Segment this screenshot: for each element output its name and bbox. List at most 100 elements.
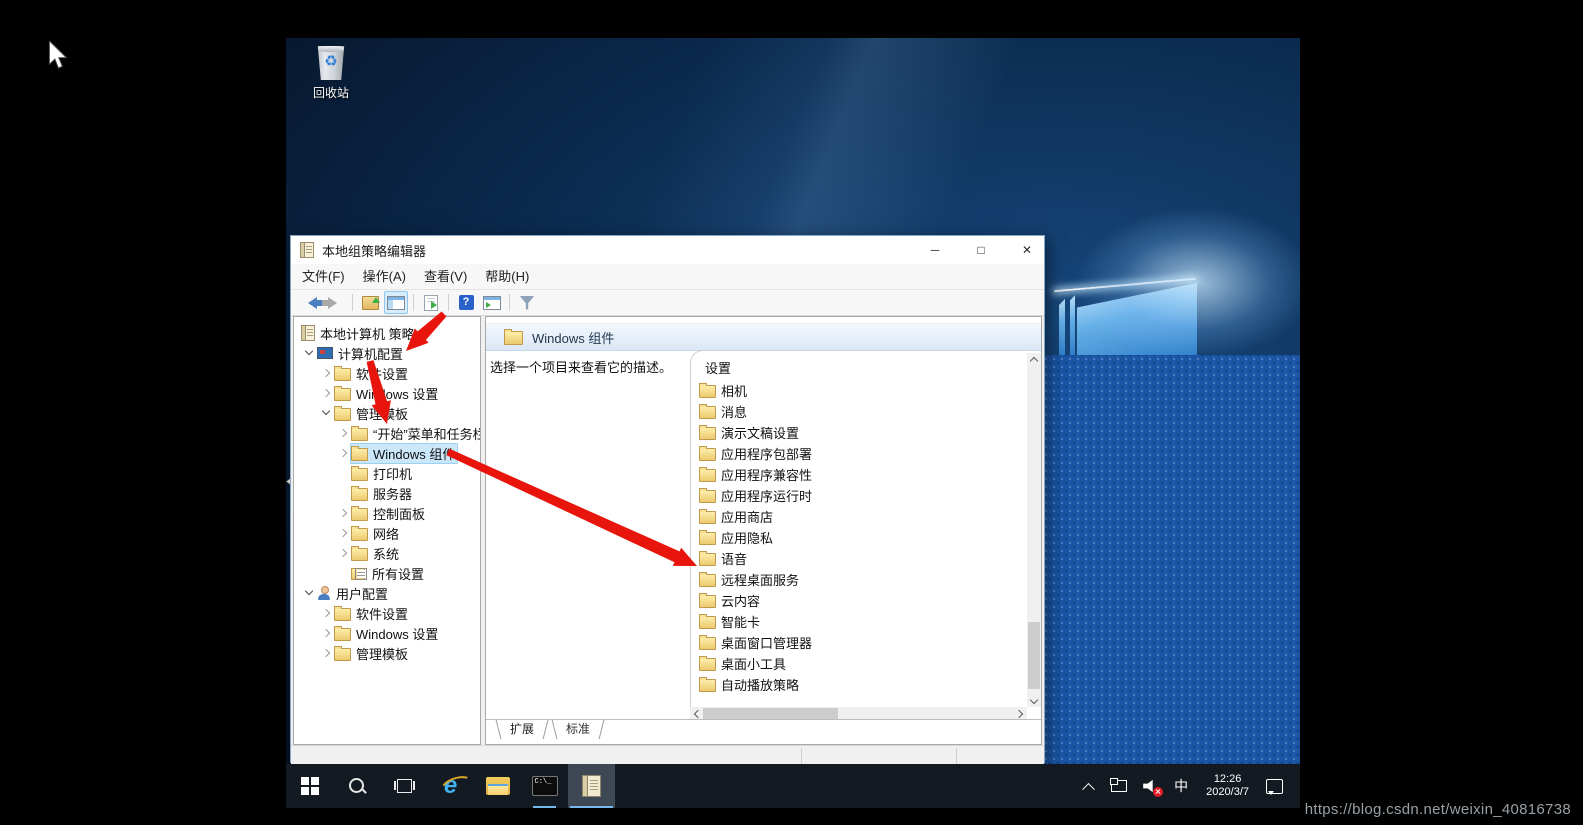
- tree-item[interactable]: 管理模板: [294, 643, 480, 663]
- back-button[interactable]: [297, 291, 323, 314]
- settings-list-item[interactable]: 应用隐私: [699, 527, 1025, 548]
- explorer-taskbar-button[interactable]: [474, 764, 521, 808]
- console-tree-toggle-button[interactable]: [384, 291, 408, 314]
- expander-open-icon[interactable]: [319, 406, 333, 420]
- recycle-bin-shortcut[interactable]: 回收站: [300, 46, 362, 101]
- tree-item[interactable]: “开始”菜单和任务栏: [294, 423, 480, 443]
- expander-closed-icon[interactable]: [336, 546, 350, 560]
- settings-list-item[interactable]: 智能卡: [699, 611, 1025, 632]
- tree-item[interactable]: 软件设置: [294, 603, 480, 623]
- help-button[interactable]: ?: [454, 291, 478, 314]
- toolbar-separator: [413, 294, 414, 311]
- settings-list-item[interactable]: 应用程序运行时: [699, 485, 1025, 506]
- close-button[interactable]: ✕: [1010, 236, 1044, 264]
- tree-item[interactable]: 控制面板: [294, 503, 480, 523]
- expander-closed-icon[interactable]: [319, 366, 333, 380]
- settings-list-item[interactable]: 演示文稿设置: [699, 422, 1025, 443]
- expander-closed-icon[interactable]: [336, 506, 350, 520]
- search-taskbar-button[interactable]: [333, 764, 380, 808]
- tab-active[interactable]: 扩展: [501, 720, 543, 739]
- expander-open-icon[interactable]: [302, 586, 316, 600]
- vertical-scrollbar[interactable]: [1027, 353, 1041, 707]
- cmd-taskbar-button[interactable]: C:\_: [521, 764, 568, 808]
- settings-list-item[interactable]: 消息: [699, 401, 1025, 422]
- up-one-level-button[interactable]: [358, 291, 382, 314]
- tree-item[interactable]: 服务器: [294, 483, 480, 503]
- expander-closed-icon[interactable]: [336, 526, 350, 540]
- task-view-taskbar-button[interactable]: [380, 764, 427, 808]
- settings-list-item[interactable]: 桌面窗口管理器: [699, 632, 1025, 653]
- settings-list-item[interactable]: 云内容: [699, 590, 1025, 611]
- filter-button[interactable]: [515, 291, 539, 314]
- command-prompt-icon: C:\_: [531, 776, 558, 796]
- ie-taskbar-button[interactable]: e: [427, 764, 474, 808]
- tree-item-label: 本地计算机 策略: [320, 326, 415, 342]
- selection-description: 选择一个项目来查看它的描述。: [490, 360, 673, 375]
- action-center-icon[interactable]: [1262, 774, 1286, 798]
- ime-indicator[interactable]: 中: [1169, 774, 1193, 798]
- gpedit-taskbar-button[interactable]: [568, 764, 615, 808]
- expander-closed-icon[interactable]: [336, 426, 350, 440]
- up-one-level-icon: [361, 295, 380, 310]
- tree-item[interactable]: 软件设置: [294, 363, 480, 383]
- horizontal-scroll-thumb[interactable]: [703, 708, 839, 719]
- menu-item[interactable]: 查看(V): [415, 264, 476, 289]
- menu-item[interactable]: 操作(A): [354, 264, 415, 289]
- vertical-scroll-thumb[interactable]: [1028, 622, 1040, 690]
- expander-closed-icon[interactable]: [319, 606, 333, 620]
- tree-item[interactable]: 管理模板: [294, 403, 480, 423]
- settings-list-item[interactable]: 自动播放策略: [699, 674, 1025, 695]
- details-pane: Windows 组件 选择一个项目来查看它的描述。 设置 相机 消息 演示文稿设置应…: [485, 316, 1042, 745]
- expander-closed-icon[interactable]: [336, 446, 350, 460]
- wallpaper-windows-logo: [1077, 283, 1197, 355]
- action-pane-icon: [483, 295, 501, 310]
- menu-item[interactable]: 文件(F): [293, 264, 354, 289]
- scroll-down-icon[interactable]: [1027, 694, 1041, 707]
- settings-list-item[interactable]: 语音: [699, 548, 1025, 569]
- network-icon[interactable]: [1107, 774, 1131, 798]
- policy-icon: [301, 325, 315, 341]
- taskbar-clock[interactable]: 12:26 2020/3/7: [1200, 773, 1255, 799]
- tree-item-label: 服务器: [373, 486, 413, 502]
- title-bar[interactable]: 本地组策略编辑器 ─ □ ✕: [291, 236, 1044, 264]
- menu-item[interactable]: 帮助(H): [476, 264, 538, 289]
- settings-list-item[interactable]: 应用商店: [699, 506, 1025, 527]
- tree-item[interactable]: 系统: [294, 543, 480, 563]
- tree-item[interactable]: 用户配置: [294, 583, 480, 603]
- maximize-button[interactable]: □: [964, 236, 998, 264]
- export-list-button[interactable]: [419, 291, 443, 314]
- folder-settings-icon: [351, 567, 367, 580]
- tree-item[interactable]: 本地计算机 策略: [294, 323, 480, 343]
- tab-inactive[interactable]: 标准: [557, 720, 599, 739]
- start-taskbar-button[interactable]: [286, 764, 333, 808]
- tree-item[interactable]: 计算机配置: [294, 343, 480, 363]
- clock-time: 12:26: [1213, 773, 1242, 785]
- tree-item-body: 服务器: [350, 483, 415, 504]
- tray-expand-icon[interactable]: [1076, 774, 1100, 798]
- expander-open-icon[interactable]: [302, 346, 316, 360]
- settings-list-item[interactable]: 远程桌面服务: [699, 569, 1025, 590]
- settings-list-item[interactable]: 桌面小工具: [699, 653, 1025, 674]
- tree-item-body: Windows 设置: [333, 623, 441, 644]
- search-icon: [347, 776, 367, 796]
- settings-list-item[interactable]: 相机: [699, 380, 1025, 401]
- tree-item[interactable]: Windows 组件: [294, 442, 480, 464]
- tree-item[interactable]: Windows 设置: [294, 383, 480, 403]
- settings-item-label: 相机: [721, 384, 748, 399]
- tree-item[interactable]: 网络: [294, 523, 480, 543]
- tree-item-label: 软件设置: [356, 606, 409, 622]
- tree-item[interactable]: 打印机: [294, 463, 480, 483]
- expander-closed-icon[interactable]: [319, 386, 333, 400]
- settings-list-item[interactable]: 应用程序包部署: [699, 443, 1025, 464]
- expander-closed-icon[interactable]: [319, 626, 333, 640]
- settings-list-item[interactable]: 应用程序兼容性: [699, 464, 1025, 485]
- tree-item[interactable]: Windows 设置: [294, 623, 480, 643]
- tree-item[interactable]: 所有设置: [294, 563, 480, 583]
- expander-closed-icon[interactable]: [319, 646, 333, 660]
- action-pane-toggle-button[interactable]: [480, 291, 504, 314]
- volume-muted-icon[interactable]: [1138, 774, 1164, 798]
- tree-item-label: Windows 组件: [373, 446, 456, 462]
- scroll-up-icon[interactable]: [1027, 353, 1041, 366]
- minimize-button[interactable]: ─: [918, 236, 952, 264]
- forward-button[interactable]: [321, 291, 347, 314]
